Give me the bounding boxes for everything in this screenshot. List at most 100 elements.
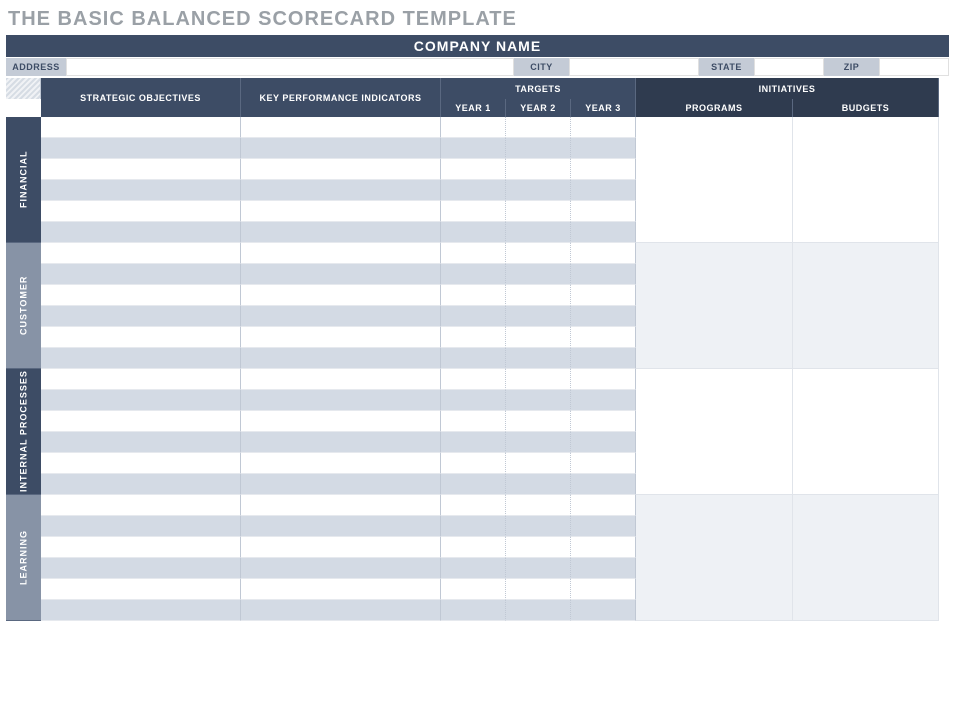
- data-cell[interactable]: [571, 327, 636, 348]
- data-cell[interactable]: [571, 306, 636, 327]
- data-cell[interactable]: [441, 600, 506, 621]
- data-cell[interactable]: [41, 411, 241, 432]
- data-cell[interactable]: [241, 390, 441, 411]
- data-cell[interactable]: [241, 369, 441, 390]
- data-cell[interactable]: [571, 474, 636, 495]
- data-cell[interactable]: [506, 411, 571, 432]
- data-cell[interactable]: [506, 600, 571, 621]
- data-cell[interactable]: [41, 369, 241, 390]
- data-cell[interactable]: [41, 558, 241, 579]
- data-cell[interactable]: [241, 285, 441, 306]
- data-cell[interactable]: [41, 243, 241, 264]
- data-cell[interactable]: [441, 390, 506, 411]
- data-cell[interactable]: [506, 516, 571, 537]
- data-cell[interactable]: [571, 243, 636, 264]
- data-cell[interactable]: [241, 432, 441, 453]
- data-cell[interactable]: [441, 222, 506, 243]
- data-cell[interactable]: [41, 474, 241, 495]
- data-cell[interactable]: [441, 264, 506, 285]
- data-cell[interactable]: [41, 138, 241, 159]
- budgets-cell[interactable]: [793, 495, 939, 621]
- data-cell[interactable]: [41, 264, 241, 285]
- data-cell[interactable]: [571, 390, 636, 411]
- data-cell[interactable]: [41, 222, 241, 243]
- data-cell[interactable]: [441, 285, 506, 306]
- data-cell[interactable]: [241, 600, 441, 621]
- data-cell[interactable]: [41, 348, 241, 369]
- data-cell[interactable]: [41, 579, 241, 600]
- data-cell[interactable]: [441, 432, 506, 453]
- data-cell[interactable]: [241, 138, 441, 159]
- data-cell[interactable]: [506, 558, 571, 579]
- data-cell[interactable]: [506, 537, 571, 558]
- data-cell[interactable]: [41, 285, 241, 306]
- data-cell[interactable]: [241, 558, 441, 579]
- data-cell[interactable]: [571, 180, 636, 201]
- data-cell[interactable]: [571, 516, 636, 537]
- data-cell[interactable]: [241, 243, 441, 264]
- data-cell[interactable]: [506, 222, 571, 243]
- city-input[interactable]: [569, 58, 699, 76]
- budgets-cell[interactable]: [793, 117, 939, 243]
- data-cell[interactable]: [241, 453, 441, 474]
- data-cell[interactable]: [241, 579, 441, 600]
- data-cell[interactable]: [241, 327, 441, 348]
- data-cell[interactable]: [571, 495, 636, 516]
- data-cell[interactable]: [571, 222, 636, 243]
- data-cell[interactable]: [506, 117, 571, 138]
- data-cell[interactable]: [506, 348, 571, 369]
- data-cell[interactable]: [241, 180, 441, 201]
- data-cell[interactable]: [41, 453, 241, 474]
- data-cell[interactable]: [241, 516, 441, 537]
- data-cell[interactable]: [506, 180, 571, 201]
- data-cell[interactable]: [41, 495, 241, 516]
- data-cell[interactable]: [41, 306, 241, 327]
- data-cell[interactable]: [241, 306, 441, 327]
- data-cell[interactable]: [441, 348, 506, 369]
- data-cell[interactable]: [506, 159, 571, 180]
- data-cell[interactable]: [241, 159, 441, 180]
- data-cell[interactable]: [571, 558, 636, 579]
- data-cell[interactable]: [441, 579, 506, 600]
- data-cell[interactable]: [571, 537, 636, 558]
- data-cell[interactable]: [571, 117, 636, 138]
- data-cell[interactable]: [41, 159, 241, 180]
- data-cell[interactable]: [571, 579, 636, 600]
- programs-cell[interactable]: [636, 243, 793, 369]
- programs-cell[interactable]: [636, 369, 793, 495]
- data-cell[interactable]: [506, 327, 571, 348]
- zip-input[interactable]: [879, 58, 949, 76]
- data-cell[interactable]: [571, 453, 636, 474]
- data-cell[interactable]: [41, 537, 241, 558]
- data-cell[interactable]: [506, 453, 571, 474]
- programs-cell[interactable]: [636, 117, 793, 243]
- data-cell[interactable]: [41, 180, 241, 201]
- data-cell[interactable]: [571, 369, 636, 390]
- programs-cell[interactable]: [636, 495, 793, 621]
- data-cell[interactable]: [506, 201, 571, 222]
- data-cell[interactable]: [241, 411, 441, 432]
- data-cell[interactable]: [506, 495, 571, 516]
- data-cell[interactable]: [571, 201, 636, 222]
- data-cell[interactable]: [41, 600, 241, 621]
- data-cell[interactable]: [571, 285, 636, 306]
- data-cell[interactable]: [441, 243, 506, 264]
- data-cell[interactable]: [441, 138, 506, 159]
- data-cell[interactable]: [241, 495, 441, 516]
- data-cell[interactable]: [441, 516, 506, 537]
- data-cell[interactable]: [241, 117, 441, 138]
- data-cell[interactable]: [41, 327, 241, 348]
- data-cell[interactable]: [441, 411, 506, 432]
- data-cell[interactable]: [441, 453, 506, 474]
- data-cell[interactable]: [506, 138, 571, 159]
- data-cell[interactable]: [571, 138, 636, 159]
- company-name-bar[interactable]: COMPANY NAME: [6, 35, 949, 57]
- data-cell[interactable]: [571, 411, 636, 432]
- data-cell[interactable]: [41, 117, 241, 138]
- state-input[interactable]: [754, 58, 824, 76]
- data-cell[interactable]: [41, 201, 241, 222]
- data-cell[interactable]: [441, 474, 506, 495]
- data-cell[interactable]: [571, 432, 636, 453]
- data-cell[interactable]: [506, 306, 571, 327]
- data-cell[interactable]: [571, 159, 636, 180]
